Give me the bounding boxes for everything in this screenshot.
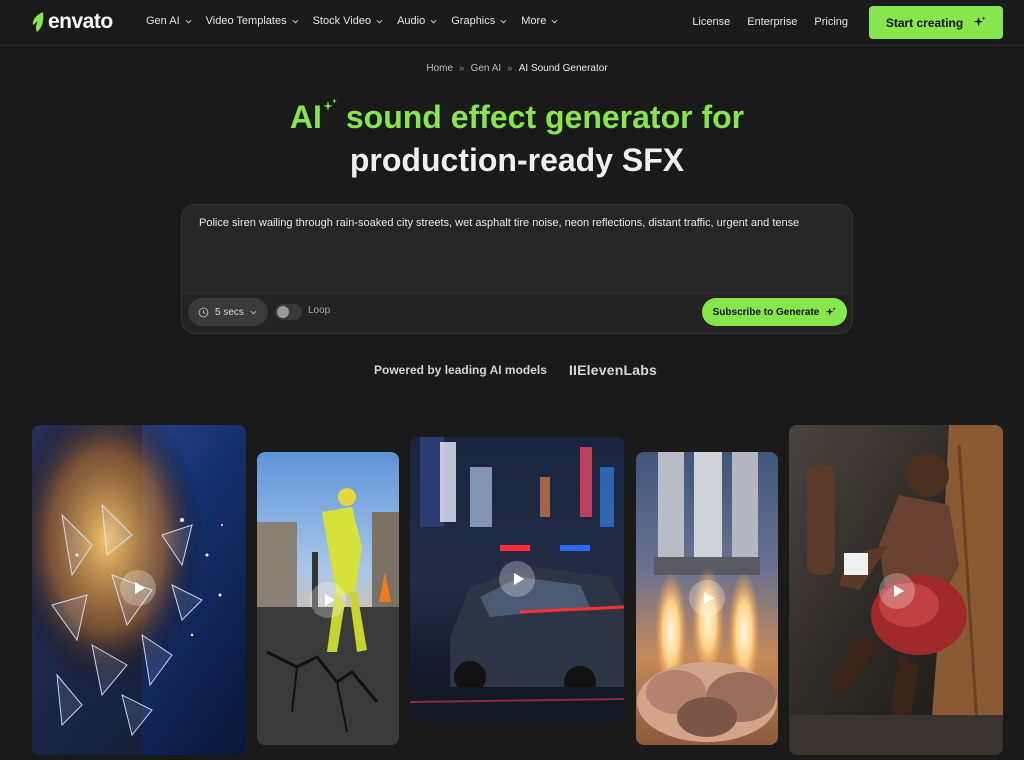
toggle-knob: [277, 306, 289, 318]
menu-label: More: [521, 15, 547, 27]
generate-label: Subscribe to Generate: [712, 306, 820, 318]
main-menu: Gen AI Video Templates Stock Video Audio…: [146, 0, 558, 42]
chevron-down-icon: [250, 310, 257, 315]
breadcrumb-gen-ai[interactable]: Gen AI: [471, 63, 502, 74]
brand-name: envato: [48, 10, 113, 33]
play-icon[interactable]: [310, 582, 346, 618]
chevron-down-icon: [500, 19, 507, 24]
sparkle-icon: [826, 306, 836, 316]
prompt-toolbar: 5 secs Loop Subscribe to Generate: [182, 293, 852, 333]
media-card-rocket[interactable]: [636, 452, 778, 745]
chevron-down-icon: [376, 19, 383, 24]
nav-links: License Enterprise Pricing: [692, 0, 848, 44]
breadcrumb-home[interactable]: Home: [426, 63, 453, 74]
breadcrumb: Home » Gen AI » AI Sound Generator: [0, 63, 1024, 74]
title-rest: sound effect generator for: [345, 99, 745, 135]
menu-label: Stock Video: [312, 15, 372, 27]
cta-label: Start creating: [885, 15, 964, 30]
menu-graphics[interactable]: Graphics: [451, 15, 507, 27]
media-card-boxer[interactable]: [789, 425, 1003, 755]
media-card-police-car[interactable]: [410, 437, 624, 723]
loop-toggle[interactable]: [275, 304, 302, 320]
menu-label: Video Templates: [205, 15, 287, 27]
duration-select[interactable]: 5 secs: [188, 298, 268, 326]
menu-more[interactable]: More: [521, 15, 558, 27]
menu-gen-ai[interactable]: Gen AI: [146, 15, 192, 27]
menu-audio[interactable]: Audio: [397, 15, 437, 27]
envato-logo[interactable]: envato: [30, 10, 113, 34]
prompt-card: Police siren wailing through rain-soaked…: [181, 204, 853, 334]
chevron-down-icon: [292, 19, 299, 24]
media-card-jackhammer[interactable]: [257, 452, 399, 745]
clock-icon: [198, 307, 209, 317]
title-line-1: AI sound effect generator for: [0, 96, 1024, 139]
play-icon[interactable]: [879, 573, 915, 609]
chevron-down-icon: [185, 19, 192, 24]
chevron-down-icon: [430, 19, 437, 24]
link-pricing[interactable]: Pricing: [814, 16, 848, 28]
breadcrumb-separator: »: [507, 63, 513, 74]
menu-label: Audio: [397, 15, 426, 27]
title-line-2: production-ready SFX: [349, 142, 685, 178]
page-title: AI sound effect generator for production…: [0, 96, 1024, 182]
chevron-down-icon: [551, 19, 558, 24]
sparkle-icon: [974, 16, 986, 27]
powered-by-text: Powered by leading AI models: [374, 363, 547, 377]
menu-label: Gen AI: [146, 15, 180, 27]
loop-label: Loop: [308, 305, 331, 316]
link-license[interactable]: License: [692, 16, 730, 28]
media-card-glass[interactable]: [32, 425, 246, 755]
sparkle-icon: [322, 98, 337, 111]
play-icon[interactable]: [120, 570, 156, 606]
prompt-input[interactable]: Police siren wailing through rain-soaked…: [199, 215, 829, 232]
breadcrumb-current: AI Sound Generator: [518, 63, 608, 74]
subscribe-to-generate-button[interactable]: Subscribe to Generate: [702, 298, 847, 326]
top-nav: envato Gen AI Video Templates Stock Vide…: [0, 0, 1024, 46]
menu-video-templates[interactable]: Video Templates: [206, 15, 299, 27]
link-enterprise[interactable]: Enterprise: [747, 16, 797, 28]
menu-label: Graphics: [451, 15, 496, 27]
breadcrumb-separator: »: [459, 63, 465, 74]
menu-stock-video[interactable]: Stock Video: [313, 15, 384, 27]
powered-by: Powered by leading AI models IIElevenLab…: [374, 362, 657, 378]
duration-value: 5 secs: [215, 306, 244, 318]
envato-leaf-icon: [32, 12, 44, 32]
start-creating-button[interactable]: Start creating: [869, 6, 1003, 39]
title-ai: AI: [289, 99, 322, 135]
play-icon[interactable]: [689, 580, 725, 616]
play-icon[interactable]: [499, 561, 535, 597]
elevenlabs-logo: IIElevenLabs: [568, 362, 657, 378]
